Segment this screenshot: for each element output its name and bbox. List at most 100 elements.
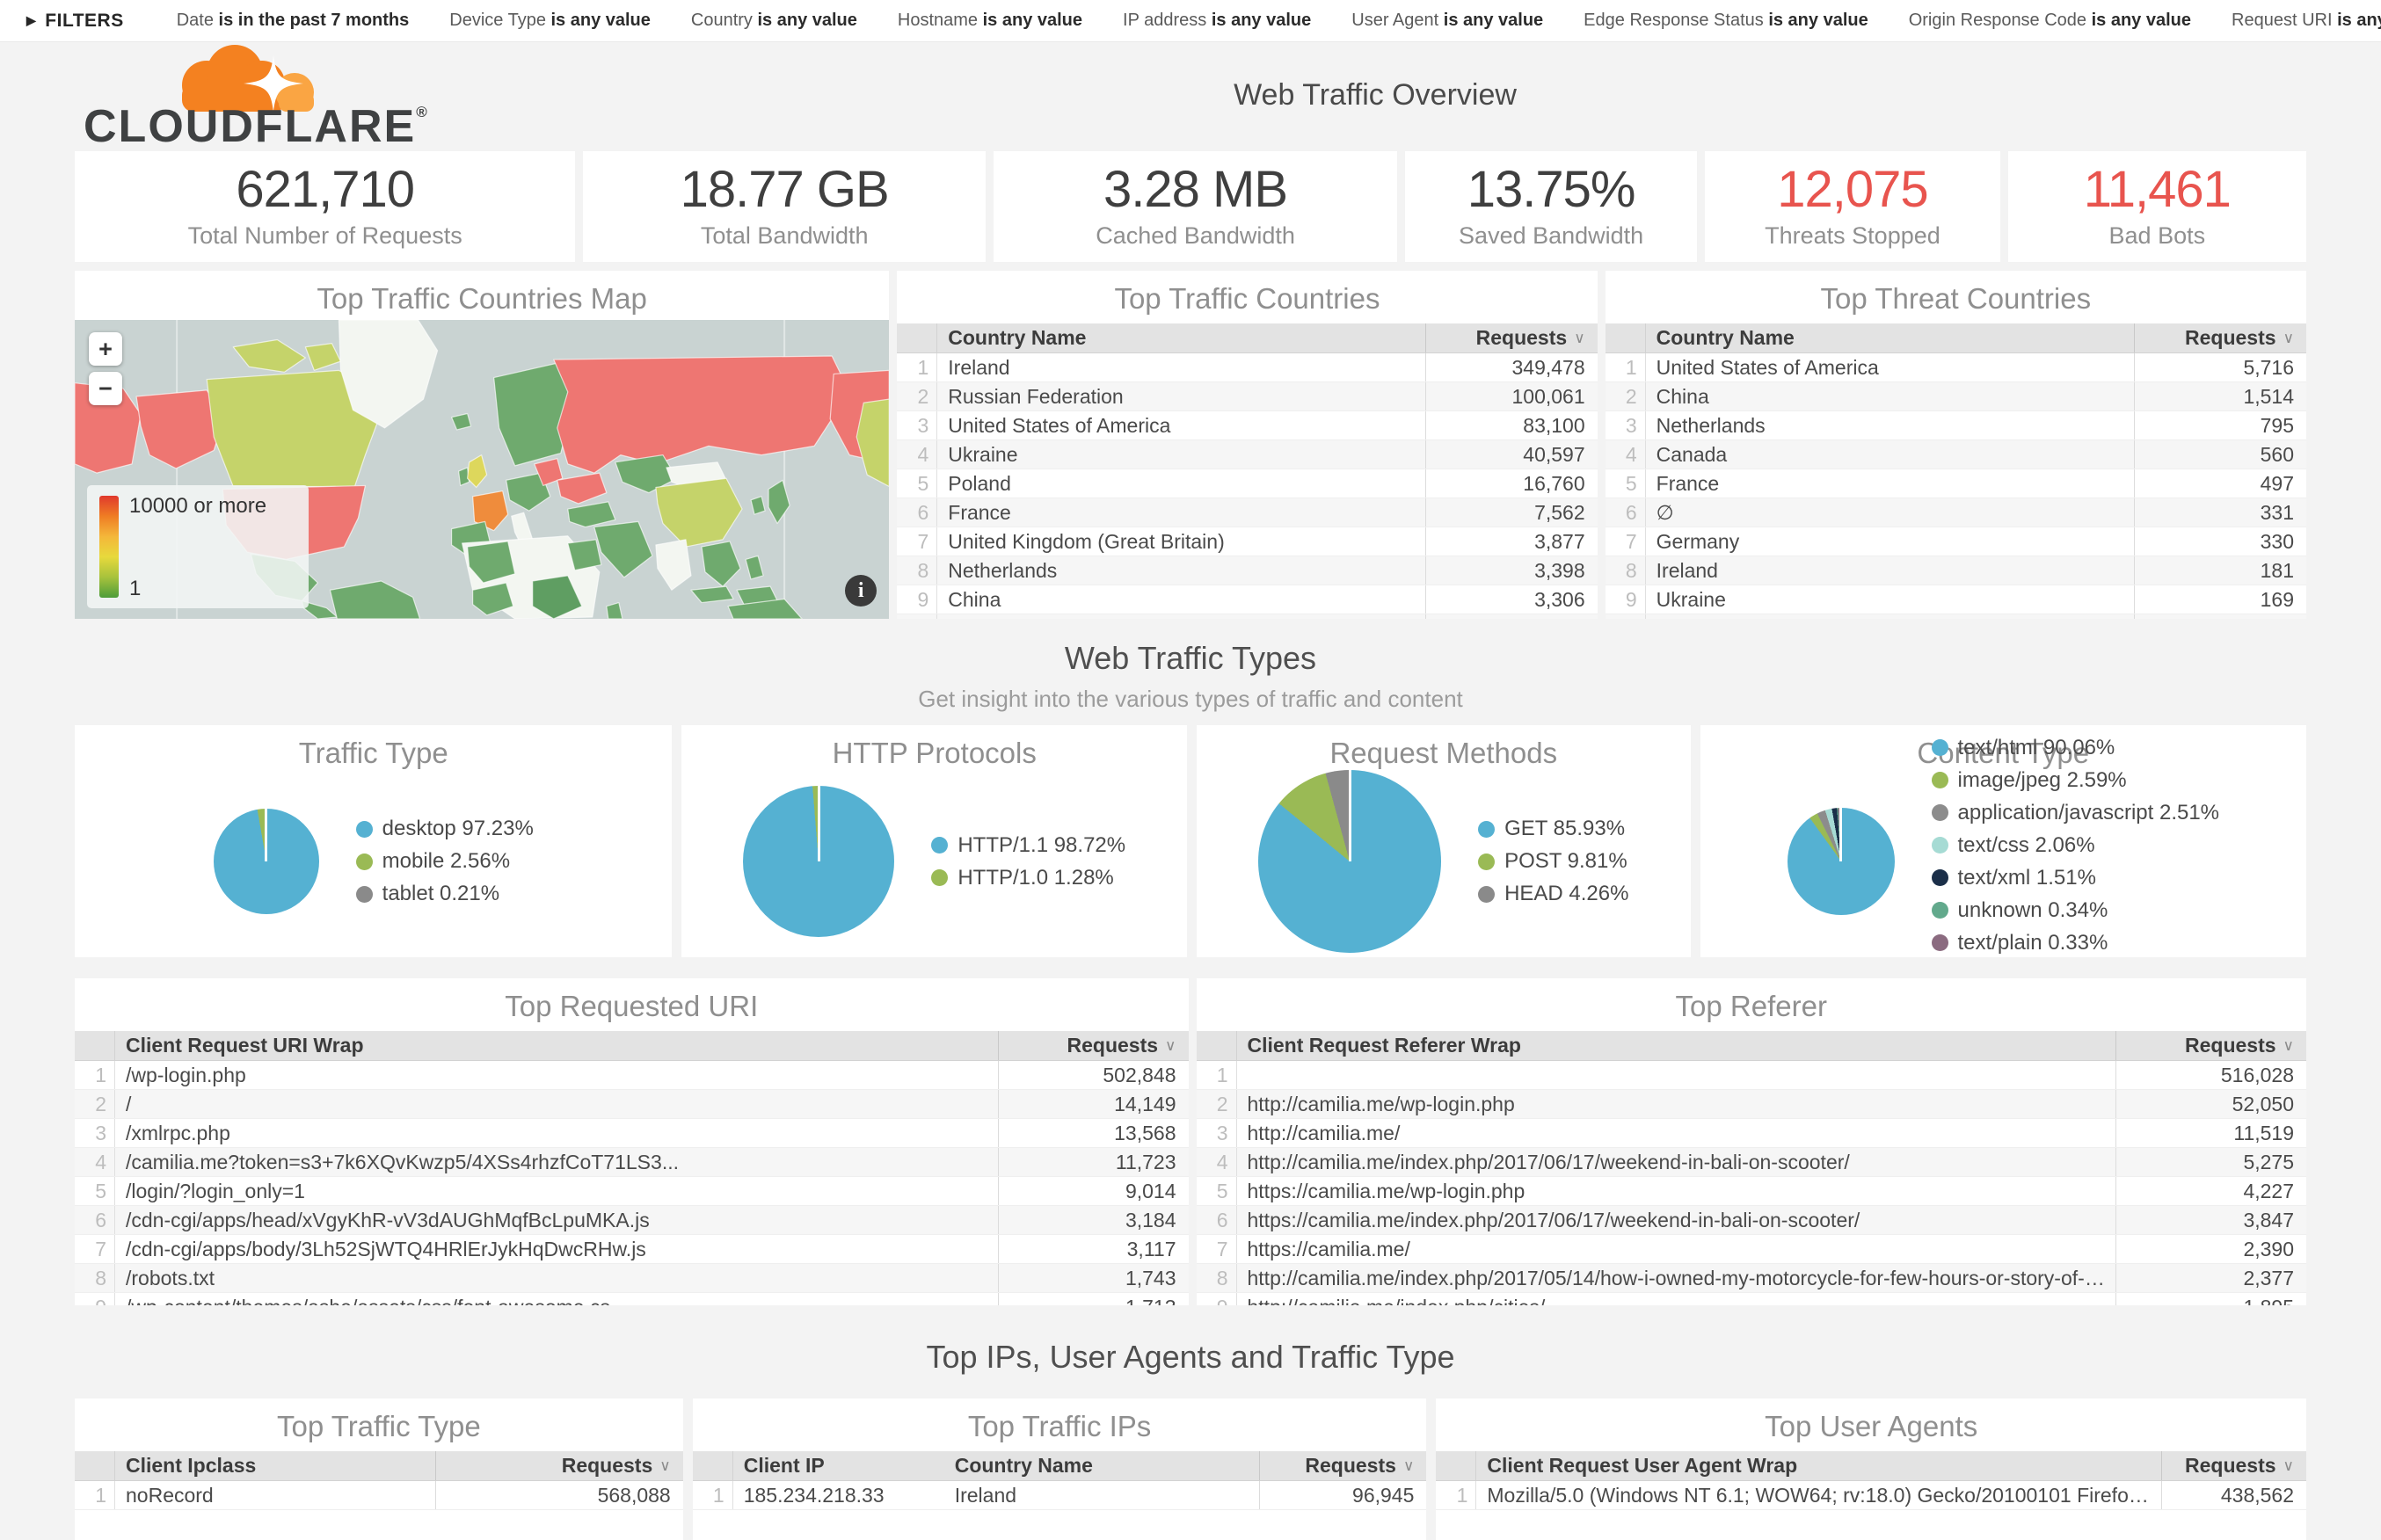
- table-row: 8/robots.txt1,743: [75, 1264, 1189, 1293]
- page-title: Web Traffic Overview: [444, 78, 2306, 113]
- column-header[interactable]: Requests∨: [998, 1031, 1189, 1060]
- filter-condition: is any value: [2337, 11, 2381, 30]
- rank-header-cell: [693, 1451, 733, 1480]
- table-cell: 3,847: [2115, 1206, 2306, 1234]
- kpi-card: 12,075Threats Stopped: [1705, 151, 1999, 262]
- table-row: 4/camilia.me?token=s3+7k6XQvKwzp5/4XSs4r…: [75, 1148, 1189, 1177]
- column-header[interactable]: Requests∨: [2115, 1031, 2306, 1060]
- column-header: Country Name: [937, 326, 1424, 350]
- table-cell: 100,061: [1425, 382, 1598, 410]
- legend-item: desktop 97.23%: [356, 817, 534, 841]
- rank-cell: 8: [75, 1264, 115, 1292]
- pie-start-gap: [265, 809, 267, 861]
- legend-item: text/css 2.06%: [1932, 833, 2220, 858]
- table-cell: /cdn-cgi/apps/body/3Lh52SjWTQ4HRlErJykHq…: [115, 1238, 998, 1261]
- kpi-card: 18.77 GBTotal Bandwidth: [583, 151, 986, 262]
- legend-swatch-icon: [1932, 772, 1948, 788]
- column-header[interactable]: Requests∨: [2134, 323, 2306, 352]
- panel-title: Top Requested URI: [75, 978, 1189, 1031]
- rank-cell: 7: [75, 1235, 115, 1263]
- legend-max-label: 10000 or more: [129, 494, 266, 519]
- filters-toggle[interactable]: ▶ FILTERS: [26, 11, 124, 32]
- table-cell: France: [1646, 472, 2134, 496]
- legend-item: GET 85.93%: [1478, 817, 1628, 841]
- sort-desc-icon[interactable]: ∨: [1165, 1037, 1176, 1055]
- column-header-label: Client Request User Agent Wrap: [1487, 1454, 1797, 1477]
- table-row: 9/wp-content/themes/ashe/assets/css/font…: [75, 1293, 1189, 1305]
- sort-desc-icon[interactable]: ∨: [2283, 1037, 2294, 1055]
- world-map[interactable]: + − 10000 or more 1 i: [75, 320, 889, 619]
- sort-desc-icon[interactable]: ∨: [1403, 1457, 1414, 1475]
- rank-cell: 3: [1606, 411, 1646, 439]
- table-header-row: Client IpclassRequests∨: [75, 1451, 683, 1481]
- filter-item[interactable]: Hostname is any value: [898, 11, 1082, 31]
- table-cell: China: [1646, 385, 2134, 409]
- pie-start-gap: [1839, 808, 1842, 861]
- table-cell: 3,184: [998, 1206, 1189, 1234]
- table-cell: 3,398: [1425, 556, 1598, 585]
- table-cell: 181: [2134, 556, 2306, 585]
- rank-header-cell: [1436, 1451, 1476, 1480]
- table-cell: 516,028: [2115, 1061, 2306, 1089]
- legend-label: POST 9.81%: [1504, 849, 1627, 874]
- table-row: 5France497: [1606, 469, 2306, 498]
- sort-desc-icon[interactable]: ∨: [659, 1457, 670, 1475]
- column-header: Client Request User Agent Wrap: [1476, 1454, 2161, 1478]
- table-cell: 502,848: [998, 1061, 1189, 1089]
- column-header[interactable]: Requests ∨: [435, 1451, 683, 1480]
- table-row: 1516,028: [1197, 1061, 2307, 1090]
- sort-desc-icon[interactable]: ∨: [1574, 330, 1584, 347]
- column-header: Country Name: [1646, 326, 2134, 350]
- table-row: 10Canada3,215: [897, 614, 1597, 619]
- legend-swatch-icon: [356, 886, 373, 903]
- legend-label: HEAD 4.26%: [1504, 882, 1628, 906]
- sort-desc-icon[interactable]: ∨: [2283, 1457, 2294, 1475]
- legend-item: tablet 0.21%: [356, 882, 534, 906]
- table-header-row: Client Request URI WrapRequests∨: [75, 1031, 1189, 1061]
- table-row: 6https://camilia.me/index.php/2017/06/17…: [1197, 1206, 2307, 1235]
- legend-swatch-icon: [1478, 854, 1495, 870]
- filter-item[interactable]: IP address is any value: [1123, 11, 1311, 31]
- column-header[interactable]: Requests∨: [1425, 323, 1598, 352]
- column-header-label: Requests: [562, 1454, 653, 1478]
- filter-item[interactable]: User Agent is any value: [1351, 11, 1543, 31]
- map-zoom-in-button[interactable]: +: [89, 332, 122, 366]
- table-row: 4Ukraine40,597: [897, 440, 1597, 469]
- filter-item[interactable]: Country is any value: [691, 11, 857, 31]
- filter-field-label: User Agent: [1351, 11, 1444, 30]
- filters-label: FILTERS: [45, 11, 123, 32]
- map-panel: Top Traffic Countries Map: [75, 271, 889, 619]
- table-row: 7United Kingdom (Great Britain)3,877: [897, 527, 1597, 556]
- filter-item[interactable]: Request URI is any value: [2232, 11, 2381, 31]
- column-header[interactable]: Requests∨: [2161, 1451, 2306, 1480]
- legend-item: HTTP/1.1 98.72%: [931, 833, 1125, 858]
- rank-cell: 7: [1197, 1235, 1237, 1263]
- table-cell: 795: [2134, 411, 2306, 439]
- sort-desc-icon[interactable]: ∨: [2283, 330, 2294, 347]
- table-header-row: Country NameRequests∨: [1606, 323, 2306, 353]
- filter-item[interactable]: Origin Response Code is any value: [1909, 11, 2191, 31]
- rank-cell: 4: [897, 440, 937, 469]
- map-zoom-out-button[interactable]: −: [89, 372, 122, 405]
- table-row: 2Russian Federation100,061: [897, 382, 1597, 411]
- panel-title: Top Traffic Type: [75, 1398, 683, 1451]
- table-cell: Mozilla/5.0 (Windows NT 6.1; WOW64; rv:1…: [1476, 1484, 2161, 1507]
- pie-start-gap: [818, 786, 820, 861]
- filter-field-label: Request URI: [2232, 11, 2337, 30]
- table-row: 2China1,514: [1606, 382, 2306, 411]
- table-row: 1/wp-login.php502,848: [75, 1061, 1189, 1090]
- legend-swatch-icon: [1932, 869, 1948, 886]
- table-cell: 349,478: [1425, 353, 1598, 381]
- legend-label: image/jpeg 2.59%: [1958, 768, 2127, 793]
- filter-item[interactable]: Edge Response Status is any value: [1584, 11, 1868, 31]
- table-cell: 1,895: [2115, 1293, 2306, 1305]
- filter-field-label: Origin Response Code: [1909, 11, 2092, 30]
- filter-item[interactable]: Device Type is any value: [449, 11, 651, 31]
- column-header[interactable]: Requests ∨: [1259, 1451, 1426, 1480]
- map-info-button[interactable]: i: [845, 575, 877, 607]
- table-cell: 1,713: [998, 1293, 1189, 1305]
- section-subtitle: Get insight into the various types of tr…: [0, 686, 2381, 713]
- rank-header-cell: [1606, 323, 1646, 352]
- column-header-label: Requests: [1305, 1454, 1396, 1478]
- filter-item[interactable]: Date is in the past 7 months: [177, 11, 410, 31]
